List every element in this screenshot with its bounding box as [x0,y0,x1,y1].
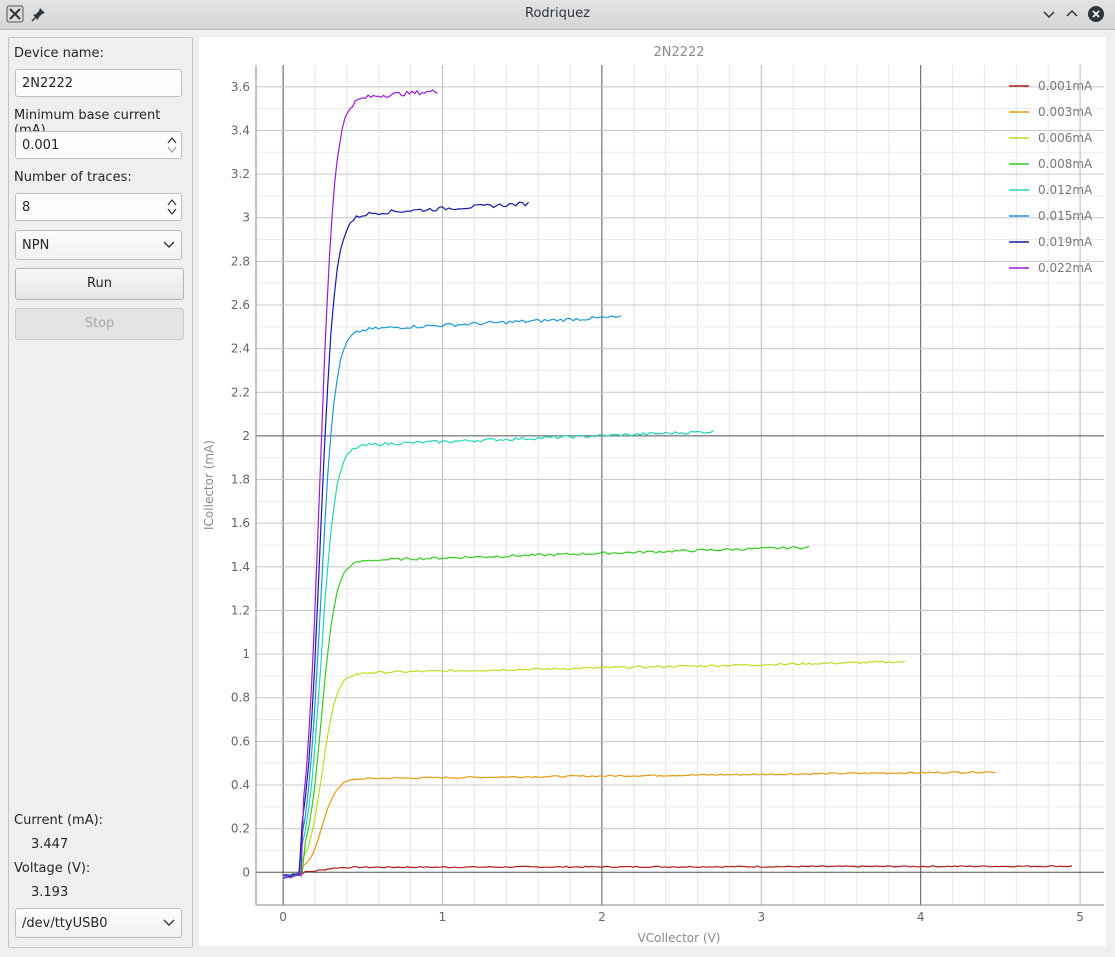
x-tick-label: 0 [279,910,287,924]
chart-svg[interactable]: 0 1 2 3 4 5 0 0.2 0.4 0.6 0.8 1 1.2 1.4 1.6 1.8 2 2.2 2.4 2… [199,37,1106,946]
series-line-0.022mA[interactable] [283,89,438,879]
y-tick-label: 0.8 [231,691,250,705]
y-tick-label: 1.8 [231,473,250,487]
y-tick-label: 1.2 [231,603,250,617]
min-base-current-spinbox[interactable]: 0.001 [15,131,182,159]
serial-port-select[interactable]: /dev/ttyUSB0 [15,908,182,938]
x-tick-label: 1 [439,910,447,924]
chart-title: 2N2222 [653,45,704,60]
legend-label[interactable]: 0.001mA [1038,79,1093,93]
x-tick-label: 2 [598,910,606,924]
y-tick-label: 0 [242,865,250,879]
spin-arrows-icon[interactable] [167,197,177,217]
close-icon[interactable] [1087,5,1105,23]
legend-label[interactable]: 0.012mA [1038,183,1093,197]
y-tick-label: 2.8 [231,254,250,268]
y-tick-label: 2 [242,429,250,443]
transistor-type-select[interactable]: NPN [15,230,182,260]
legend-label[interactable]: 0.003mA [1038,105,1093,119]
run-button[interactable]: Run [15,268,184,300]
y-tick-label: 1 [242,647,250,661]
current-label: Current (mA): [14,813,104,828]
serial-port-value: /dev/ttyUSB0 [22,916,108,931]
y-tick-label: 0.6 [231,734,250,748]
series-line-0.001mA[interactable] [283,865,1073,878]
spin-arrows-icon[interactable] [167,135,177,155]
legend-label[interactable]: 0.006mA [1038,131,1093,145]
series-line-0.006mA[interactable] [283,660,905,878]
min-base-current-value: 0.001 [22,138,60,153]
x-tick-label: 5 [1076,910,1084,924]
y-tick-label: 2.4 [231,342,250,356]
y-tick-label: 3.4 [231,123,250,137]
y-tick-label: 1.6 [231,516,250,530]
stop-button[interactable]: Stop [15,308,184,340]
number-of-traces-value: 8 [22,200,31,215]
y-tick-label: 0.2 [231,822,250,836]
voltage-value: 3.193 [31,885,69,900]
device-name-label: Device name: [14,46,104,61]
number-of-traces-spinbox[interactable]: 8 [15,193,182,221]
voltage-label: Voltage (V): [14,861,91,876]
y-tick-label: 3.6 [231,80,250,94]
y-tick-label: 2.6 [231,298,250,312]
y-tick-label: 1.4 [231,560,250,574]
legend-label[interactable]: 0.022mA [1038,261,1093,275]
series-line-0.008mA[interactable] [283,545,810,878]
series-line-0.019mA[interactable] [282,201,530,879]
control-panel: Device name: 2N2222 Minimum base current… [8,37,193,948]
y-tick-label: 0.4 [231,778,250,792]
maximize-icon[interactable] [1063,5,1081,23]
iv-curve-chart[interactable]: 0 1 2 3 4 5 0 0.2 0.4 0.6 0.8 1 1.2 1.4 1.6 1.8 2 2.2 2.4 2… [199,37,1106,946]
x-tick-label: 3 [757,910,765,924]
y-axis-label: ICollector (mA) [202,440,216,530]
x-axis-label: VCollector (V) [638,931,721,945]
device-name-input[interactable]: 2N2222 [15,69,182,97]
transistor-type-value: NPN [22,238,50,253]
window-title: Rodriquez [525,6,590,21]
y-tick-label: 2.2 [231,385,250,399]
legend-label[interactable]: 0.008mA [1038,157,1093,171]
minimize-icon[interactable] [1040,5,1058,23]
chevron-down-icon [163,919,175,926]
legend-label[interactable]: 0.019mA [1038,235,1093,249]
chevron-down-icon [163,241,175,248]
legend-label[interactable]: 0.015mA [1038,209,1093,223]
current-value: 3.447 [31,837,69,852]
y-tick-label: 3 [242,211,250,225]
y-tick-label: 3.2 [231,167,250,181]
x-tick-label: 4 [917,910,925,924]
title-bar: Rodriquez [0,0,1115,30]
number-of-traces-label: Number of traces: [14,170,132,185]
